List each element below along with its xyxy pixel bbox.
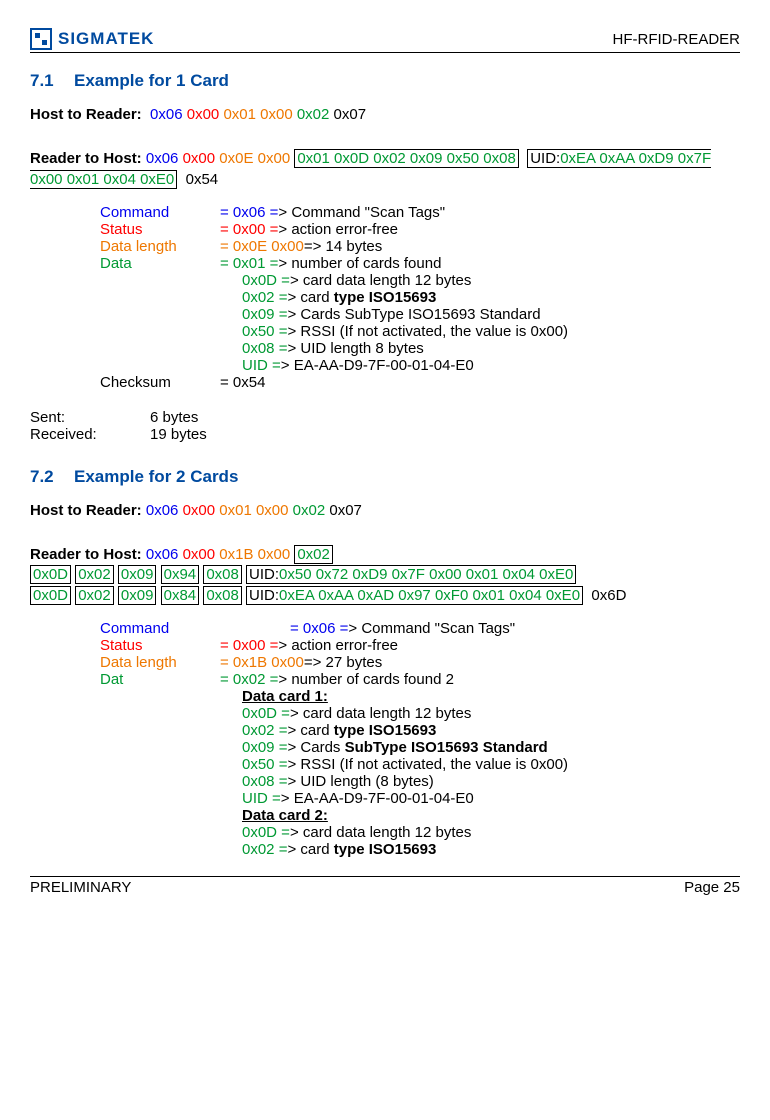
sent-received-1: Sent:6 bytes Received:19 bytes xyxy=(30,409,740,443)
decode-table-2: Command= 0x06 => Command "Scan Tags" Sta… xyxy=(100,620,740,858)
reader-to-host-2: Reader to Host: 0x06 0x00 0x1B 0x00 0x02… xyxy=(30,545,740,606)
host-to-reader-2: Host to Reader: 0x06 0x00 0x01 0x00 0x02… xyxy=(30,501,740,521)
logo: SIGMATEK xyxy=(30,28,154,50)
logo-icon xyxy=(30,28,52,50)
doc-id: HF-RFID-READER xyxy=(613,31,741,48)
section-7-1-title: 7.1Example for 1 Card xyxy=(30,71,740,91)
page-footer: PRELIMINARY Page 25 xyxy=(30,876,740,896)
decode-table-1: Command= 0x06 => Command "Scan Tags" Sta… xyxy=(100,204,740,391)
host-to-reader-1: Host to Reader: 0x06 0x00 0x01 0x00 0x02… xyxy=(30,105,740,125)
logo-text: SIGMATEK xyxy=(58,29,154,49)
reader-to-host-1: Reader to Host: 0x06 0x00 0x0E 0x00 0x01… xyxy=(30,149,740,190)
footer-left: PRELIMINARY xyxy=(30,879,131,896)
footer-right: Page 25 xyxy=(684,879,740,896)
page-header: SIGMATEK HF-RFID-READER xyxy=(30,28,740,53)
section-7-2-title: 7.2Example for 2 Cards xyxy=(30,467,740,487)
